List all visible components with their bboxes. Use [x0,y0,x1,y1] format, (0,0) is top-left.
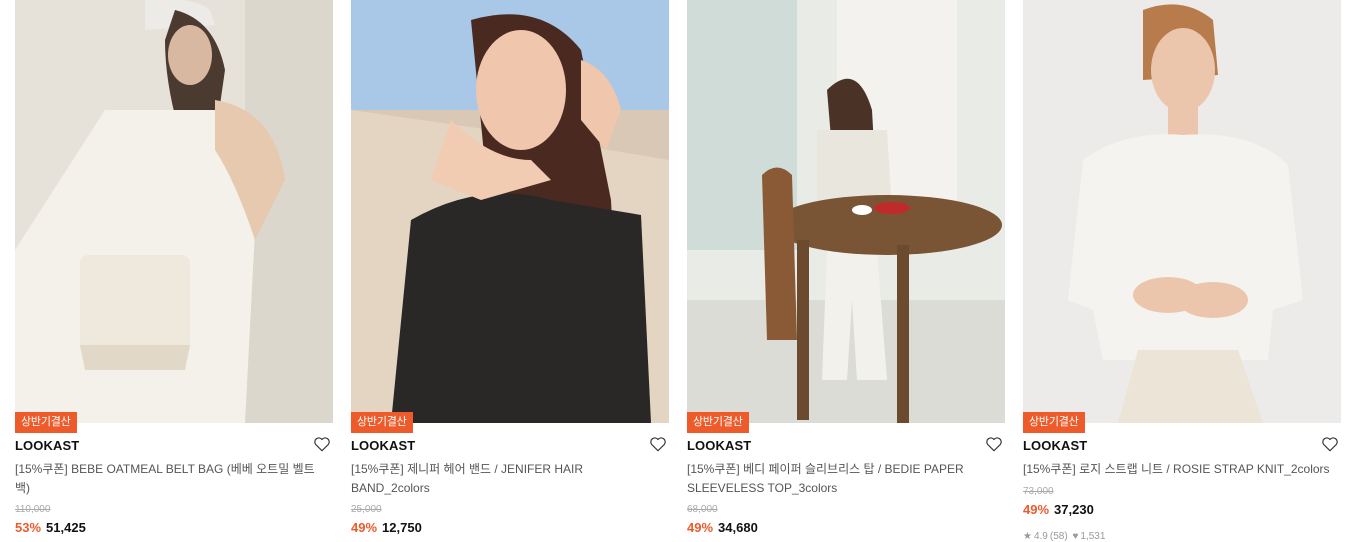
discount-rate: 49% [687,520,714,535]
star-icon: ★ [1023,531,1032,542]
brand-name[interactable]: LOOKAST [351,438,415,453]
product-name[interactable]: [15%쿠폰] 로지 스트랩 니트 / ROSIE STRAP KNIT_2co… [1023,460,1335,479]
discount-rate: 53% [15,520,42,535]
product-card[interactable]: 상반기결산 LOOKAST [15%쿠폰] BEBE OATMEAL BELT … [15,0,333,541]
like-count: 1,531 [1080,531,1106,542]
rating-row: ★ 4.9 (58) ♥ 1,531 [1023,531,1107,542]
product-name[interactable]: [15%쿠폰] 베디 페이퍼 슬리브리스 탑 / BEDIE PAPER SLE… [687,460,999,498]
original-price: 68,000 [687,504,718,515]
discount-rate: 49% [351,520,378,535]
review-count: (58) [1049,531,1068,542]
original-price: 110,000 [15,504,51,515]
price-row: 49% 34,680 [687,520,758,535]
product-card[interactable]: 상반기결산 LOOKAST [15%쿠폰] 제니퍼 헤어 밴드 / JENIFE… [351,0,669,541]
product-image[interactable] [351,0,669,423]
heart-outline-icon[interactable] [313,435,331,453]
price-row: 49% 12,750 [351,520,422,535]
product-image[interactable] [15,0,333,423]
product-grid: 상반기결산 LOOKAST [15%쿠폰] BEBE OATMEAL BELT … [15,0,1341,542]
original-price: 73,000 [1023,486,1054,497]
heart-outline-icon[interactable] [985,435,1003,453]
discount-rate: 49% [1023,502,1050,517]
product-card[interactable]: 상반기결산 LOOKAST [15%쿠폰] 로지 스트랩 니트 / ROSIE … [1023,0,1341,542]
sale-price: 51,425 [46,520,86,535]
product-image[interactable] [1023,0,1341,423]
price-row: 53% 51,425 [15,520,86,535]
promo-badge: 상반기결산 [687,412,749,433]
promo-badge: 상반기결산 [1023,412,1085,433]
product-name[interactable]: [15%쿠폰] BEBE OATMEAL BELT BAG (베베 오트밀 벨트… [15,460,327,498]
brand-name[interactable]: LOOKAST [687,438,751,453]
rating-value: 4.9 [1033,531,1048,542]
heart-outline-icon[interactable] [649,435,667,453]
original-price: 25,000 [351,504,382,515]
heart-outline-icon[interactable] [1321,435,1339,453]
promo-badge: 상반기결산 [351,412,413,433]
sale-price: 12,750 [382,520,422,535]
heart-filled-icon: ♥ [1072,531,1079,542]
product-card[interactable]: 상반기결산 LOOKAST [15%쿠폰] 베디 페이퍼 슬리브리스 탑 / B… [687,0,1005,541]
brand-name[interactable]: LOOKAST [1023,438,1087,453]
sale-price: 37,230 [1054,502,1094,517]
brand-name[interactable]: LOOKAST [15,438,79,453]
sale-price: 34,680 [718,520,758,535]
product-image[interactable] [687,0,1005,423]
product-name[interactable]: [15%쿠폰] 제니퍼 헤어 밴드 / JENIFER HAIR BAND_2c… [351,460,663,498]
promo-badge: 상반기결산 [15,412,77,433]
price-row: 49% 37,230 [1023,502,1094,517]
